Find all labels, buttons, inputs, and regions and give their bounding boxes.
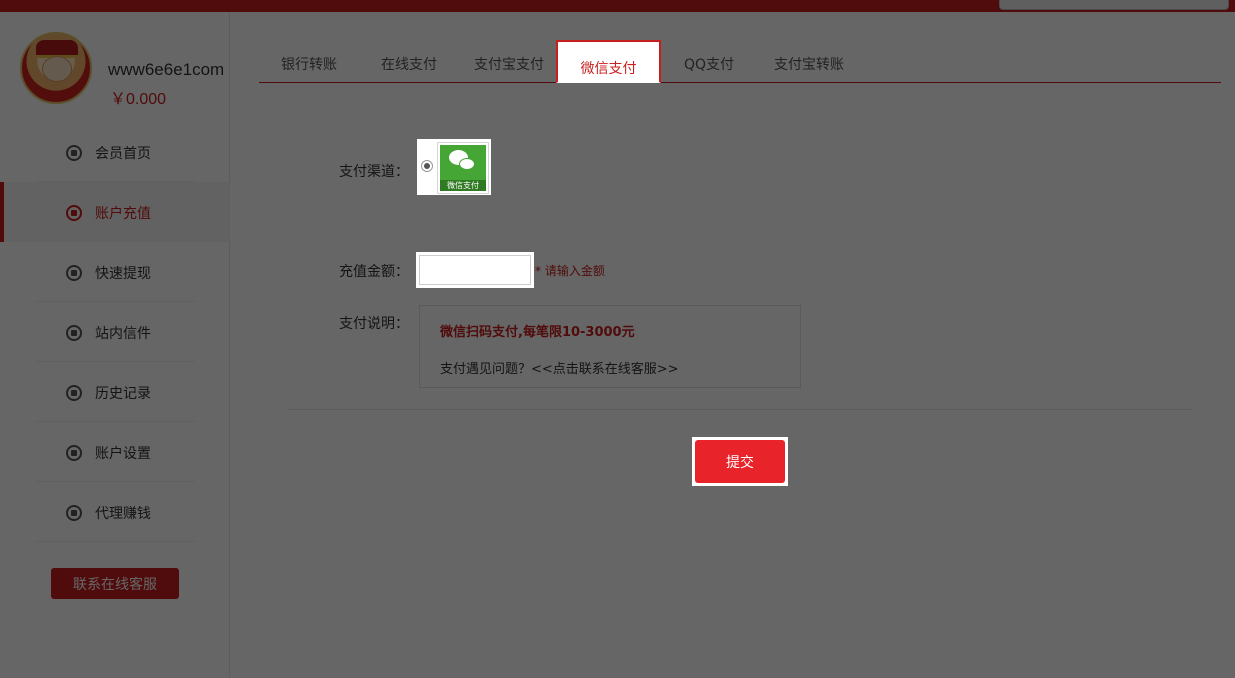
wechat-bubble-icon <box>460 158 475 170</box>
wechat-pay-logo[interactable]: 微信支付 <box>437 142 489 194</box>
contact-service-link[interactable]: 支付遇见问题？<<点击联系在线客服>> <box>440 358 679 377</box>
payment-description-box: 微信扫码支付,每笔限10-3000元 支付遇见问题？<<点击联系在线客服>> <box>419 305 801 388</box>
amount-label: 充值金额： <box>339 264 409 280</box>
wechat-channel-radio[interactable] <box>421 160 433 172</box>
payment-limit-text: 微信扫码支付,每笔限10-3000元 <box>440 325 635 340</box>
form-divider <box>288 409 1192 410</box>
channel-label: 支付渠道： <box>339 164 409 180</box>
description-label: 支付说明： <box>339 316 409 332</box>
amount-input[interactable] <box>419 254 532 287</box>
top-search-field[interactable] <box>999 0 1229 10</box>
submit-highlight: 提交 <box>692 437 788 486</box>
amount-hint: * 请输入金额 <box>535 264 605 278</box>
submit-button[interactable]: 提交 <box>695 440 785 483</box>
wechat-logo-text: 微信支付 <box>447 181 479 190</box>
payment-form: 支付渠道： 微信支付 充值金额： * 请输入金额 支付说明： 微信扫码支付,每笔… <box>0 0 1192 666</box>
